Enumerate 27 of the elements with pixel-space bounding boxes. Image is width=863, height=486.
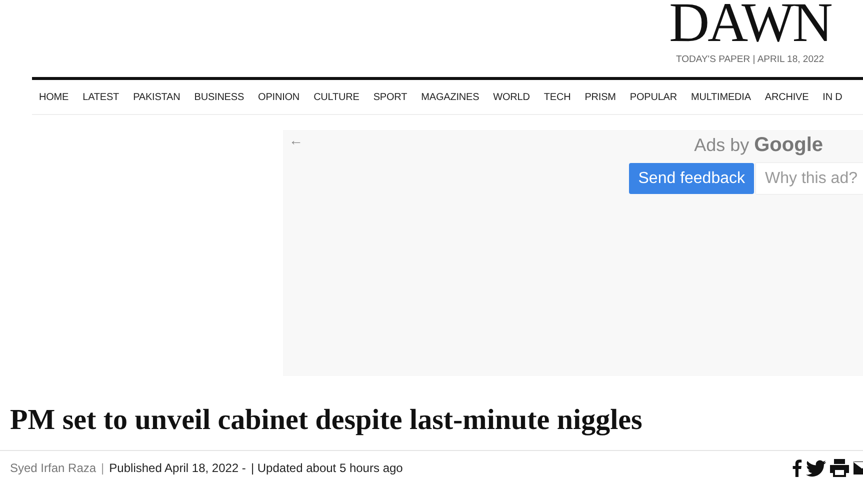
printer-icon[interactable] — [830, 459, 849, 477]
published-date: Published April 18, 2022 - — [109, 461, 246, 475]
nav-link[interactable]: POPULAR — [630, 92, 677, 102]
bird-icon[interactable] — [806, 460, 826, 476]
nav-link[interactable]: BUSINESS — [194, 92, 244, 102]
nav-link[interactable]: MULTIMEDIA — [690, 92, 751, 102]
nav-link[interactable]: PAKISTAN — [133, 92, 180, 102]
nav-link[interactable]: SPORT — [373, 92, 408, 102]
facebook-icon[interactable] — [792, 459, 802, 477]
author-link[interactable]: Syed Irfan Raza — [10, 461, 96, 475]
nav-link[interactable]: HOME — [39, 92, 69, 102]
nav-link[interactable]: MAGAZINES — [421, 92, 480, 102]
ads-attribution: Ads by Google — [694, 134, 823, 157]
site-logo[interactable]: DAWN — [669, 0, 831, 47]
nav-link[interactable]: CULTURE — [314, 92, 360, 102]
nav-link[interactable]: IN D — [822, 92, 842, 102]
nav-link[interactable]: OPINION — [258, 92, 300, 102]
nav-link[interactable]: TECH — [544, 92, 571, 102]
updated-time: | Updated about 5 hours ago — [250, 461, 403, 475]
byline-separator: | — [101, 461, 104, 475]
article-headline: PM set to unveil cabinet despite last-minute niggles — [10, 403, 644, 438]
nav-link[interactable]: PRISM — [584, 92, 616, 102]
nav-link[interactable]: ARCHIVE — [764, 92, 809, 102]
todays-paper-link[interactable]: TODAY'S PAPER | APRIL 18, 2022 — [676, 54, 824, 65]
nav-link[interactable]: WORLD — [493, 92, 530, 102]
nav-link[interactable]: LATEST — [82, 92, 120, 102]
send-feedback-button[interactable]: Send feedback — [629, 163, 754, 194]
